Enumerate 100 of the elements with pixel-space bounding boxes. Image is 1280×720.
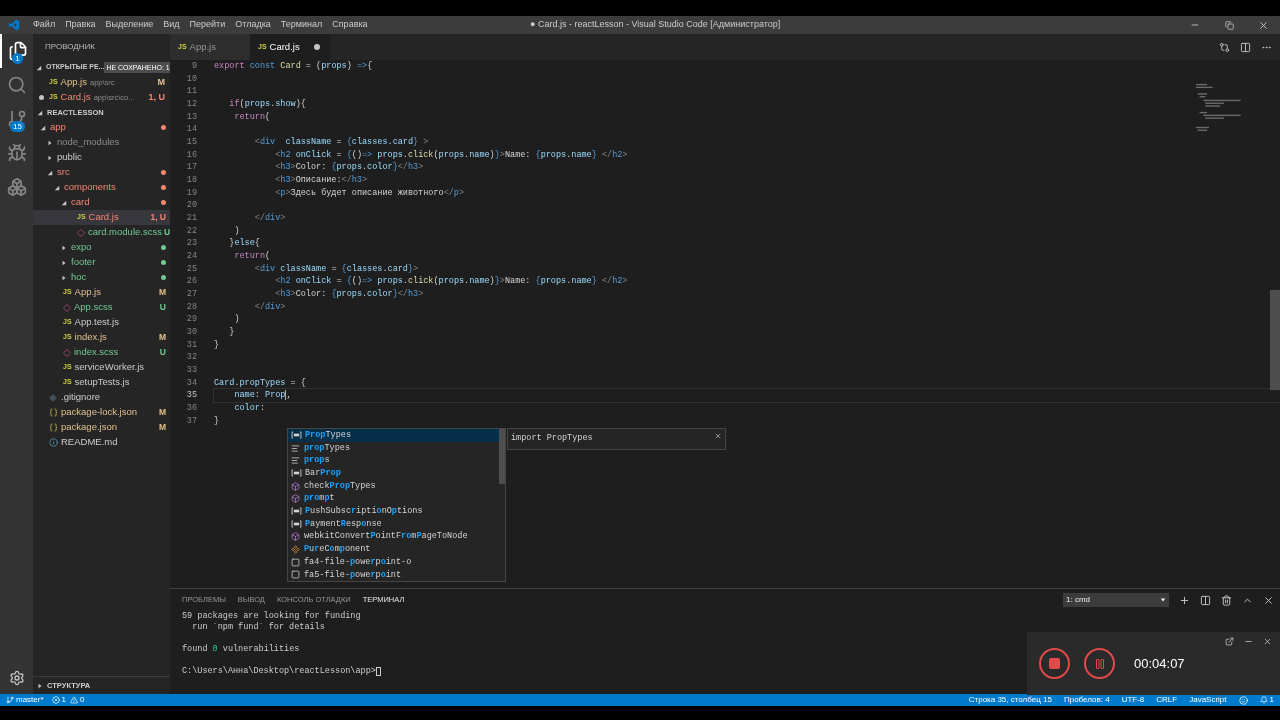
folder-name[interactable]: expo	[71, 240, 159, 255]
menu-item[interactable]: Вид	[158, 18, 185, 32]
menu-item[interactable]: Файл	[28, 18, 61, 32]
pause-icon	[1093, 657, 1106, 670]
files-icon[interactable]	[7, 41, 28, 61]
line-number: 18	[185, 174, 197, 187]
bug-icon[interactable]	[6, 143, 27, 163]
blocks-icon[interactable]	[6, 177, 27, 197]
menu-item[interactable]: Правка	[60, 18, 101, 32]
line-number: 30	[185, 326, 197, 339]
file-name[interactable]: App.test.js	[74, 315, 166, 330]
restore-icon[interactable]	[1224, 20, 1234, 30]
split-editor-icon[interactable]	[1240, 41, 1251, 53]
file-name[interactable]: App.js	[60, 75, 87, 90]
stop-button[interactable]	[1039, 648, 1070, 679]
search-icon[interactable]	[6, 75, 27, 95]
file-name[interactable]: setupTests.js	[74, 375, 166, 390]
suggestion-item[interactable]: BarProp	[288, 467, 499, 480]
suggestion-item[interactable]: PaymentResponse	[288, 517, 499, 531]
folder-name[interactable]: public	[57, 150, 166, 165]
line-number: 13	[185, 110, 197, 124]
close-icon[interactable]	[1263, 594, 1274, 606]
suggestion-item[interactable]: fa5-file-powerpoint	[288, 568, 499, 582]
suggestion-item[interactable]: PropTypes	[288, 429, 499, 442]
terminal-select[interactable]: 1: cmd	[1063, 593, 1169, 607]
file-name[interactable]: Card.js	[88, 210, 149, 225]
popout-icon[interactable]	[1225, 637, 1234, 646]
file-name[interactable]: card.module.scss	[88, 225, 162, 240]
warning-icon	[70, 696, 78, 704]
file-name[interactable]: .gitignore	[61, 390, 166, 405]
suggestion-item[interactable]: fa4-file-powerpoint-o	[288, 555, 499, 569]
close-icon[interactable]	[1257, 19, 1269, 31]
count-badge: 1	[12, 53, 23, 64]
expanded-caret-icon	[36, 64, 42, 71]
git-status: M	[157, 75, 165, 89]
git-status: 1, U	[148, 90, 165, 104]
file-name[interactable]: index.js	[74, 330, 157, 345]
file-name[interactable]: App.scss	[74, 300, 158, 315]
menu-item[interactable]: Отладка	[230, 18, 276, 32]
sass-file-icon	[63, 303, 71, 312]
folder-name[interactable]: node_modules	[57, 135, 166, 150]
file-name[interactable]: serviceWorker.js	[74, 360, 166, 375]
suggestion-item[interactable]: propTypes	[288, 441, 499, 455]
line-number: 10	[185, 72, 197, 86]
file-name[interactable]: package-lock.json	[61, 405, 157, 420]
line-number: 34	[185, 376, 197, 390]
close-icon[interactable]	[714, 432, 722, 440]
warning-count[interactable]: 0	[80, 694, 85, 706]
status-item[interactable]: Строка 35, столбец 15	[968, 694, 1052, 706]
trash-icon[interactable]	[1221, 594, 1232, 606]
folder-name[interactable]: app	[50, 120, 159, 135]
line-number: 26	[185, 275, 197, 289]
menu-item[interactable]: Терминал	[275, 18, 328, 32]
app-logo-icon	[8, 19, 20, 31]
folder-name[interactable]: card	[71, 195, 159, 210]
code-line: if(props.show){	[228, 99, 306, 109]
folder-name[interactable]: src	[57, 165, 159, 180]
suggestion-item[interactable]: checkPropTypes	[288, 479, 499, 493]
status-item[interactable]: Пробелов: 4	[1063, 694, 1110, 706]
split-icon[interactable]	[1200, 594, 1211, 606]
pause-button[interactable]	[1084, 648, 1115, 679]
git-status: U	[159, 301, 166, 314]
file-name[interactable]: package.json	[61, 420, 157, 435]
settings-icon[interactable]	[8, 670, 25, 686]
error-icon	[51, 696, 60, 704]
line-number: 36	[185, 402, 197, 415]
file-name[interactable]: Card.js	[60, 90, 91, 105]
suggestion-item[interactable]: PureComponent	[288, 543, 499, 556]
line-number: 33	[185, 364, 197, 377]
file-name[interactable]: index.scss	[74, 345, 158, 360]
folder-name[interactable]: hoc	[71, 270, 159, 285]
text-lines-icon	[291, 456, 300, 466]
class-icon	[291, 469, 302, 478]
add-icon[interactable]	[1179, 594, 1190, 606]
file-name[interactable]: README.md	[61, 435, 166, 450]
folder-name[interactable]: footer	[71, 255, 159, 270]
status-item[interactable]: CRLF	[1156, 694, 1178, 706]
menu-item[interactable]: Справка	[327, 18, 373, 32]
error-count[interactable]: 1	[61, 694, 66, 706]
suggestion-item[interactable]: webkitConvertPointFromPageToNode	[288, 530, 499, 544]
suggestion-item[interactable]: props	[288, 454, 499, 468]
code-line: return(	[233, 251, 271, 262]
folder-name[interactable]: components	[64, 180, 159, 195]
suggestion-item[interactable]: prompt	[288, 492, 499, 506]
file-name[interactable]: App.js	[74, 285, 157, 300]
bell-icon[interactable]	[1259, 696, 1268, 704]
smiley-icon[interactable]	[1238, 695, 1248, 705]
class-icon	[291, 431, 302, 440]
branch-icon	[6, 696, 14, 704]
branch-name[interactable]: master*	[16, 694, 44, 706]
code-line: <div className = {classes.card}>	[253, 263, 419, 274]
compare-icon[interactable]	[1219, 41, 1230, 53]
suggestion-item[interactable]: PushSubscriptionOptions	[288, 505, 499, 518]
status-item[interactable]: UTF-8	[1121, 694, 1145, 706]
menu-item[interactable]: Перейти	[184, 18, 231, 32]
code-line: }	[228, 327, 235, 338]
status-item[interactable]: JavaScript	[1189, 694, 1227, 706]
close-icon[interactable]	[1263, 637, 1272, 646]
menu-item[interactable]: Выделение	[100, 18, 159, 32]
line-number: 19	[185, 186, 197, 200]
